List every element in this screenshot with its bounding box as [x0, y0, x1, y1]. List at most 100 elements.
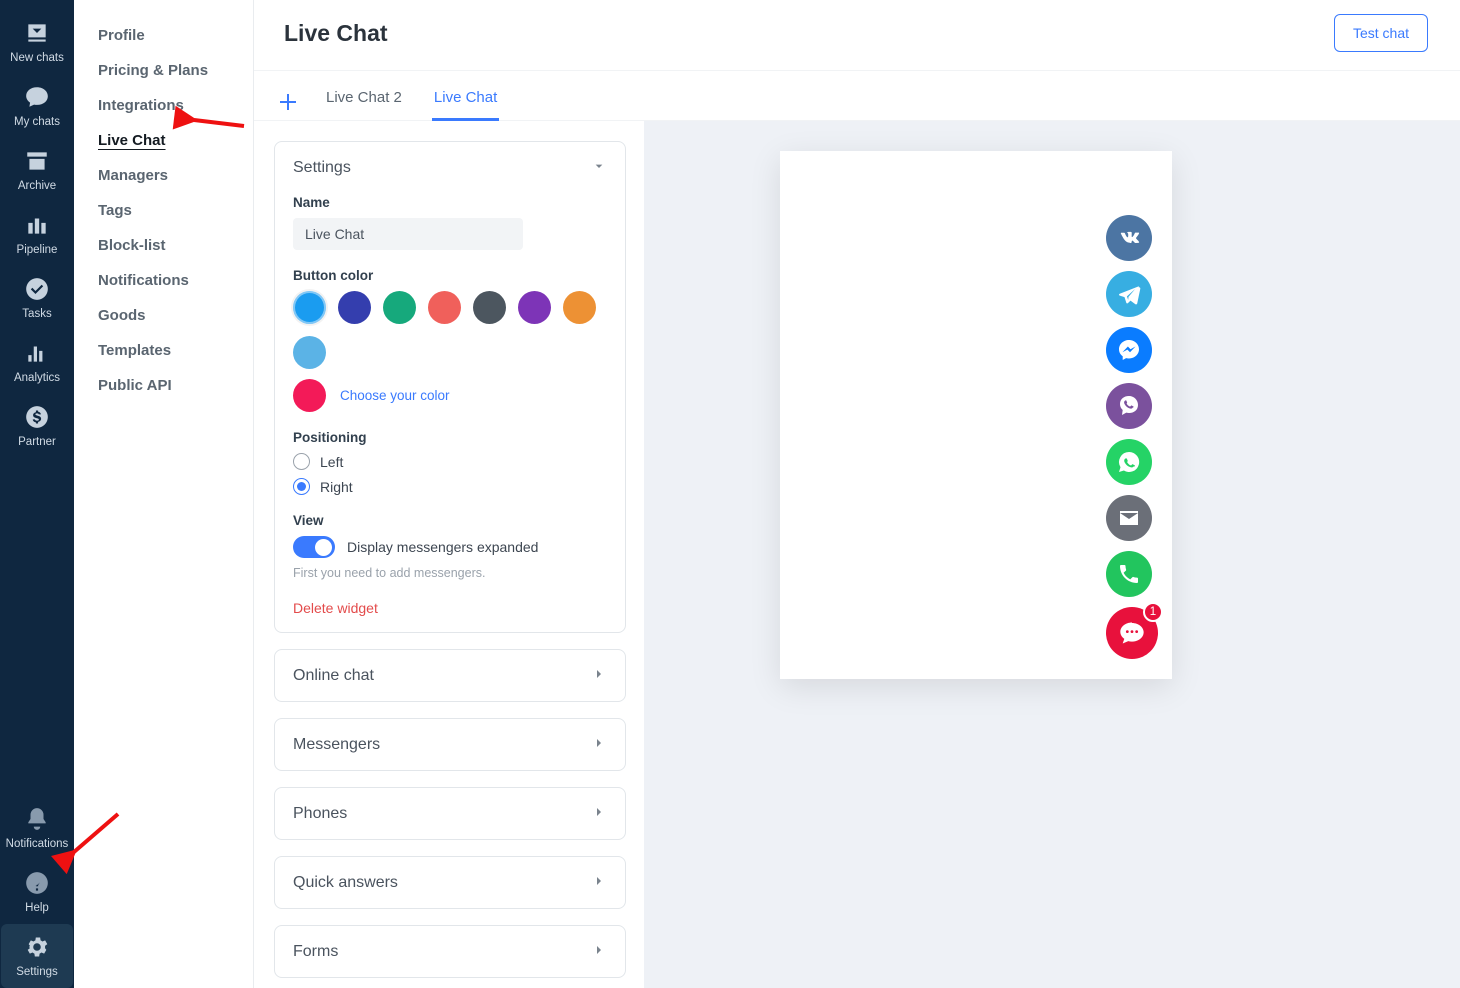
archive-icon — [22, 146, 52, 176]
color-label: Button color — [293, 268, 607, 283]
color-swatch[interactable] — [293, 291, 326, 324]
rail-item-label: Settings — [1, 966, 73, 978]
card-title: Quick answers — [293, 874, 398, 892]
color-swatch[interactable] — [518, 291, 551, 324]
subnav-item[interactable]: Goods — [74, 298, 253, 333]
badge: 1 — [1143, 602, 1163, 622]
rail-item-notifications[interactable]: Notifications — [1, 796, 73, 860]
chevron-down-icon — [591, 158, 607, 177]
collapsed-section[interactable]: Messengers — [274, 718, 626, 771]
subnav-item[interactable]: Tags — [74, 193, 253, 228]
preview-window: 1 — [780, 151, 1172, 679]
rail-item-my-chats[interactable]: My chats — [1, 74, 73, 138]
view-label: View — [293, 513, 607, 528]
custom-color-swatch[interactable] — [293, 379, 326, 412]
primary-rail: New chats My chats Archive Pipeline Task… — [0, 0, 74, 988]
download-box-icon — [22, 18, 52, 48]
rail-item-label: Archive — [1, 180, 73, 192]
subnav-item[interactable]: Templates — [74, 333, 253, 368]
subnav-item[interactable]: Profile — [74, 18, 253, 53]
dollar-circle-icon — [22, 402, 52, 432]
subnav-item[interactable]: Notifications — [74, 263, 253, 298]
rail-item-help[interactable]: Help — [1, 860, 73, 924]
rail-item-label: Notifications — [1, 838, 73, 850]
rail-item-label: Pipeline — [1, 244, 73, 256]
card-title: Messengers — [293, 736, 380, 754]
subnav-item[interactable]: Pricing & Plans — [74, 53, 253, 88]
preview-pane: 1 — [644, 121, 1460, 988]
widget-tab[interactable]: Live Chat — [432, 83, 499, 120]
color-swatch[interactable] — [428, 291, 461, 324]
chat-bubble-icon[interactable]: 1 — [1106, 607, 1158, 659]
rail-item-label: Tasks — [1, 308, 73, 320]
choose-color-link[interactable]: Choose your color — [340, 388, 450, 403]
messenger-bubble-whatsapp[interactable] — [1106, 439, 1152, 485]
rail-item-archive[interactable]: Archive — [1, 138, 73, 202]
rail-item-new-chats[interactable]: New chats — [1, 10, 73, 74]
chevron-right-icon — [591, 666, 607, 685]
rail-item-label: New chats — [1, 52, 73, 64]
color-swatch[interactable] — [473, 291, 506, 324]
subnav-item[interactable]: Block-list — [74, 228, 253, 263]
collapsed-section[interactable]: Phones — [274, 787, 626, 840]
delete-widget-link[interactable]: Delete widget — [293, 600, 378, 616]
help-icon — [22, 868, 52, 898]
rail-item-pipeline[interactable]: Pipeline — [1, 202, 73, 266]
settings-card-header[interactable]: Settings — [293, 158, 607, 177]
subnav-item[interactable]: Managers — [74, 158, 253, 193]
collapsed-section[interactable]: Online chat — [274, 649, 626, 702]
messenger-bubble-email[interactable] — [1106, 495, 1152, 541]
messenger-bubble-messenger[interactable] — [1106, 327, 1152, 373]
color-swatch[interactable] — [338, 291, 371, 324]
color-swatch[interactable] — [563, 291, 596, 324]
radio-icon — [293, 453, 310, 470]
bell-icon — [22, 804, 52, 834]
rail-item-tasks[interactable]: Tasks — [1, 266, 73, 330]
toggle-label: Display messengers expanded — [347, 539, 538, 555]
rail-item-partner[interactable]: Partner — [1, 394, 73, 458]
rail-item-label: Analytics — [1, 372, 73, 384]
widget-name-input[interactable] — [293, 218, 523, 250]
check-circle-icon — [22, 274, 52, 304]
collapsed-section[interactable]: Quick answers — [274, 856, 626, 909]
view-hint: First you need to add messengers. — [293, 566, 607, 580]
subnav-item[interactable]: Live Chat — [74, 123, 253, 158]
radio-label: Left — [320, 454, 343, 470]
positioning-label: Positioning — [293, 430, 607, 445]
rail-item-label: Partner — [1, 436, 73, 448]
test-chat-button[interactable]: Test chat — [1334, 14, 1428, 52]
widget-tabs: Live Chat 2 Live Chat — [254, 71, 1460, 121]
widget-tab[interactable]: Live Chat 2 — [324, 83, 404, 120]
expanded-toggle[interactable] — [293, 536, 335, 558]
messenger-bubble-telegram[interactable] — [1106, 271, 1152, 317]
card-title: Phones — [293, 805, 347, 823]
subnav-item[interactable]: Integrations — [74, 88, 253, 123]
rail-item-label: My chats — [1, 116, 73, 128]
name-label: Name — [293, 195, 607, 210]
chat-icon — [22, 82, 52, 112]
gear-icon — [22, 932, 52, 962]
card-title: Online chat — [293, 667, 374, 685]
collapsed-section[interactable]: Forms — [274, 925, 626, 978]
chevron-right-icon — [591, 942, 607, 961]
settings-card: Settings Name Button color Choose your c… — [274, 141, 626, 633]
messenger-bubble-viber[interactable] — [1106, 383, 1152, 429]
rail-item-analytics[interactable]: Analytics — [1, 330, 73, 394]
chevron-right-icon — [591, 735, 607, 754]
color-swatches — [293, 291, 607, 369]
messenger-bubble-vk[interactable] — [1106, 215, 1152, 261]
rail-item-settings[interactable]: Settings — [1, 924, 73, 988]
subnav-item[interactable]: Public API — [74, 368, 253, 403]
position-left-option[interactable]: Left — [293, 453, 607, 470]
color-swatch[interactable] — [383, 291, 416, 324]
position-right-option[interactable]: Right — [293, 478, 607, 495]
bars-icon — [22, 338, 52, 368]
radio-icon — [293, 478, 310, 495]
card-title: Settings — [293, 159, 351, 177]
chevron-right-icon — [591, 804, 607, 823]
add-widget-button[interactable] — [276, 90, 300, 114]
messenger-bubble-phone[interactable] — [1106, 551, 1152, 597]
page-header: Live Chat Test chat — [254, 0, 1460, 71]
color-swatch[interactable] — [293, 336, 326, 369]
card-title: Forms — [293, 943, 338, 961]
